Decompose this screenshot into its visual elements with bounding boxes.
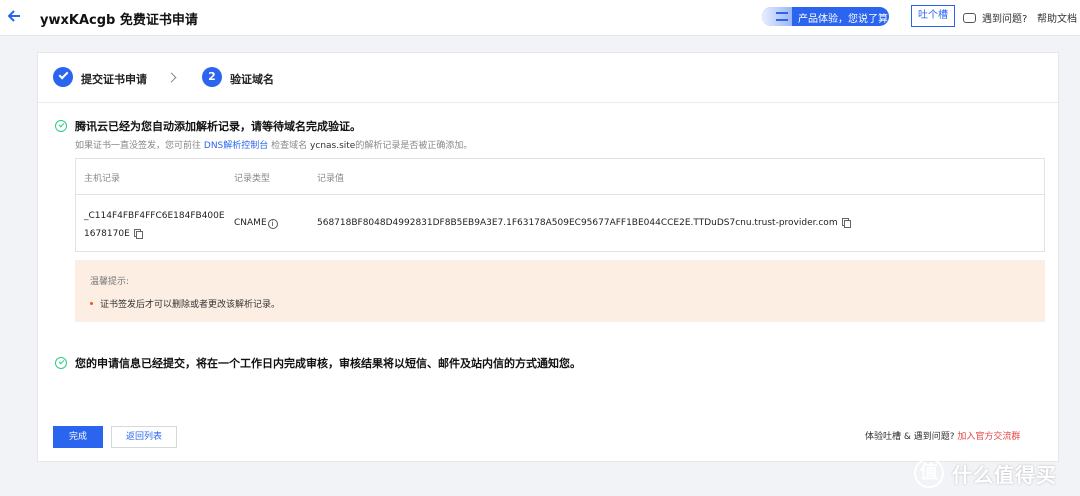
chat-icon [963,13,976,23]
footer-text: 体验吐槽 & 遇到问题? [865,432,955,442]
success-check-icon [55,120,67,132]
host-record-line2: 1678170E [84,229,130,239]
step-2-label: 验证域名 [230,73,274,86]
record-type-cell: CNAME i [234,218,278,229]
chevron-right-icon [166,72,177,83]
steps-bar: 提交证书申请 2 验证域名 [38,53,1058,103]
feedback-button[interactable]: 吐个槽 [911,5,955,27]
top-bar: ywxKAcgb 免费证书申请 产品体验，您说了算 吐个槽 遇到问题? 帮助文档 [0,0,1080,36]
notice-title: 温馨提示: [90,277,130,287]
dns-record-table: 主机记录 记录类型 记录值 _C114F4FBF4FFC6E184FB400E … [75,158,1045,252]
column-type: 记录类型 [234,174,271,184]
feedback-pill-icon [762,7,792,26]
verify-hint: 如果证书一直没签发，您可前往 DNS解析控制台 检查域名 ycnas.site的… [75,138,472,151]
submitted-message: 您的申请信息已经提交，将在一个工作日内完成审核，审核结果将以短信、邮件及站内信的… [75,357,581,370]
record-value-cell: 568718BF8048D4992831DF8B5EB9A3E7.1F63178… [317,218,851,228]
notice-box: 温馨提示: 证书签发后才可以删除或者更改该解析记录。 [75,260,1045,322]
hint-suffix: 的解析记录是否被正确添加。 [355,141,473,151]
info-icon[interactable]: i [267,219,278,229]
back-arrow-icon[interactable] [6,6,24,26]
host-record-line1: _C114F4FBF4FFC6E184FB400E [84,211,225,221]
hint-prefix: 如果证书一直没签发，您可前往 [75,141,202,151]
issue-link[interactable]: 遇到问题? [963,10,1027,25]
main-card: 提交证书申请 2 验证域名 腾讯云已经为您自动添加解析记录，请等待域名完成验证。… [37,52,1059,462]
host-record-line2-cell: 1678170E [84,229,143,239]
hint-middle: 检查域名 [271,141,308,151]
help-docs-link[interactable]: 帮助文档 [1037,10,1077,25]
join-group-link[interactable]: 加入官方交流群 [957,432,1020,442]
record-value: 568718BF8048D4992831DF8B5EB9A3E7.1F63178… [317,218,838,228]
step-2-number: 2 [202,67,222,87]
product-feedback-banner[interactable]: 产品体验，您说了算 [762,7,889,26]
column-value: 记录值 [317,174,345,184]
success-check-icon [55,357,67,369]
bullet-icon [90,302,93,305]
copy-icon[interactable] [841,218,851,228]
promo-label: 产品体验，您说了算 [798,14,888,25]
page-title: ywxKAcgb 免费证书申请 [40,13,198,28]
verify-message: 腾讯云已经为您自动添加解析记录，请等待域名完成验证。 [75,120,361,133]
done-button[interactable]: 完成 [53,426,103,448]
column-host: 主机记录 [84,174,121,184]
back-to-list-button[interactable]: 返回列表 [111,426,177,448]
step-1-done-icon [53,67,73,87]
footer-feedback: 体验吐槽 & 遇到问题? 加入官方交流群 [865,429,1020,442]
notice-item-text: 证书签发后才可以删除或者更改该解析记录。 [100,300,281,310]
copy-icon[interactable] [133,229,143,239]
issue-label: 遇到问题? [982,14,1028,25]
dns-console-link[interactable]: DNS解析控制台 [204,141,268,151]
record-type: CNAME [234,218,267,228]
notice-item: 证书签发后才可以删除或者更改该解析记录。 [90,297,280,310]
watermark-logo-icon: 值 [914,458,944,488]
table-header: 主机记录 记录类型 记录值 [76,159,1044,195]
hint-domain: ycnas.site [310,141,356,151]
step-1-label: 提交证书申请 [81,73,147,86]
watermark-text: 什么值得买 [952,463,1057,487]
watermark: 值 什么值得买 [914,452,1080,496]
